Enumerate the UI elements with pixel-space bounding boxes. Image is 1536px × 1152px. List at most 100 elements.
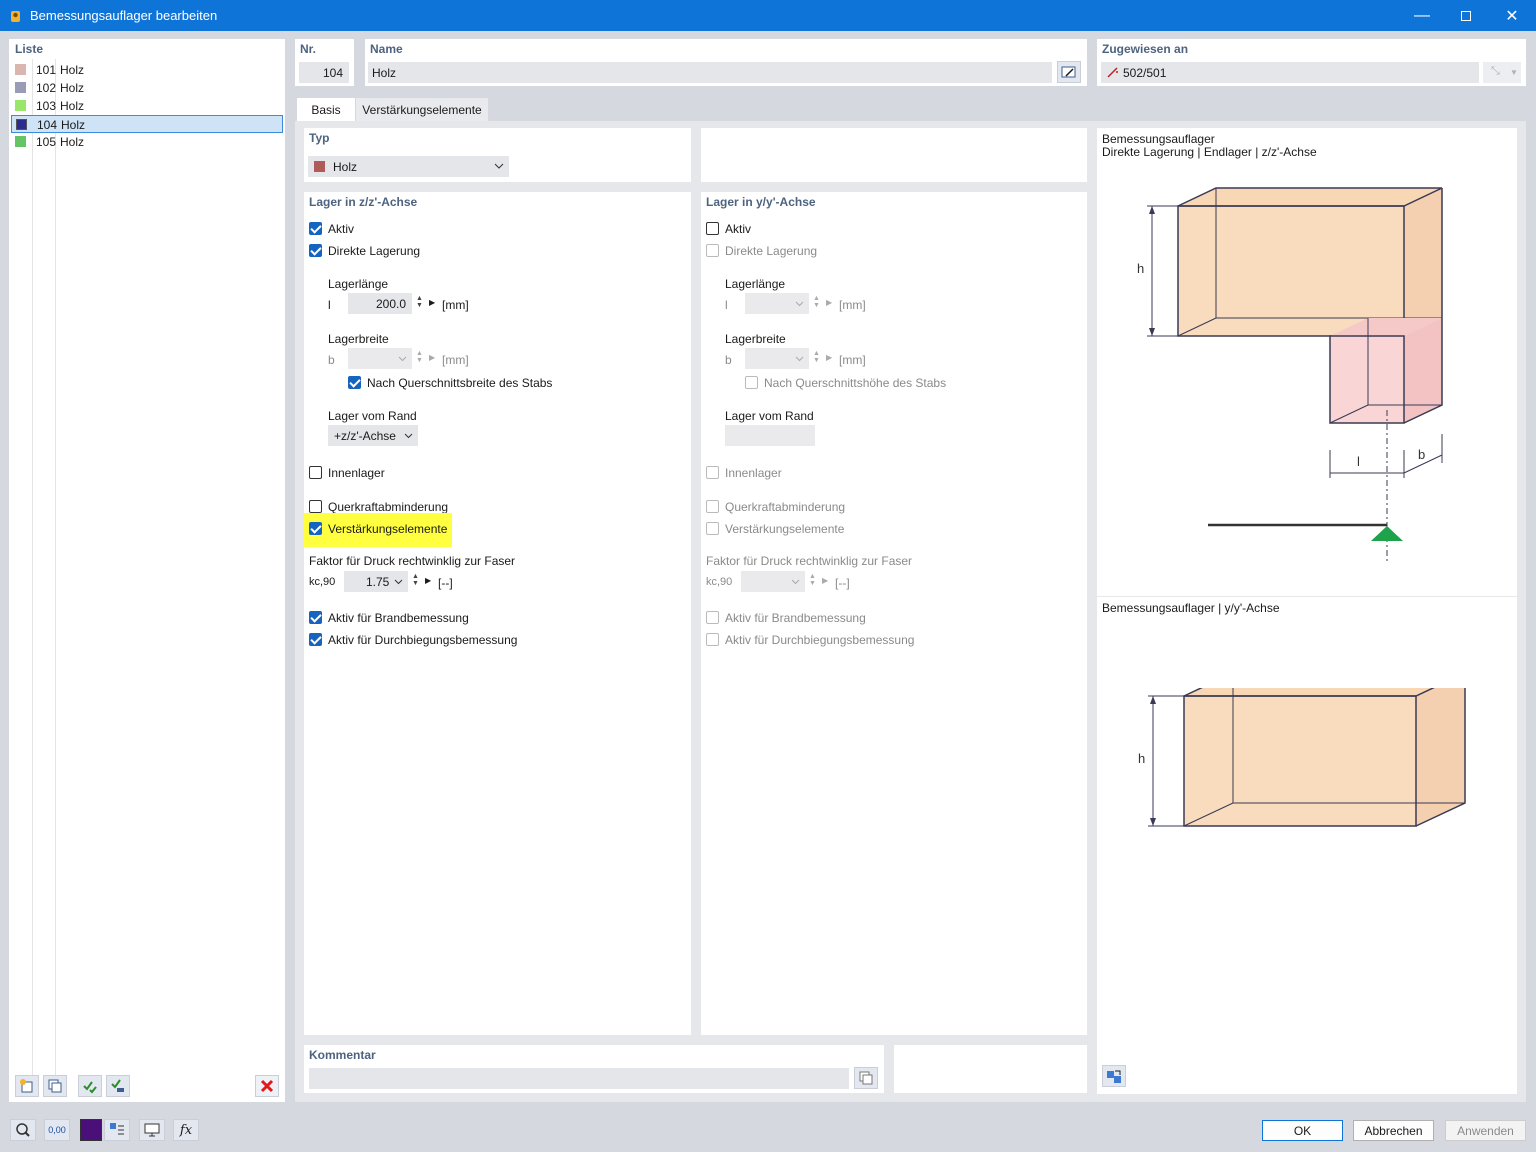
close-window-button[interactable]: ✕ [1489, 0, 1535, 31]
check-all-icon[interactable] [78, 1075, 102, 1097]
z-innenlager-label: Innenlager [328, 466, 385, 480]
units-icon[interactable] [104, 1119, 130, 1141]
list-item-color-swatch [15, 136, 26, 147]
edit-name-icon[interactable] [1057, 61, 1081, 83]
assigned-field[interactable]: 502/501 [1101, 62, 1479, 83]
delete-icon[interactable] [255, 1075, 279, 1097]
pick-cursor-icon: ⤡ [1491, 65, 1500, 77]
list-item-nr: 105 [36, 135, 57, 149]
list-item-name: Holz [60, 63, 85, 77]
list-item-nr: 104 [37, 118, 58, 132]
nr-value: 104 [322, 66, 343, 80]
list-item[interactable]: 105 Holz [11, 133, 283, 151]
z-l-symbol: l [328, 298, 331, 312]
new-item-icon[interactable] [15, 1075, 39, 1097]
y-aktiv-checkbox[interactable] [706, 222, 719, 235]
y-nach-querschnitt-label: Nach Querschnittshöhe des Stabs [764, 376, 947, 390]
tab-verstaerkungselemente[interactable]: Verstärkungselemente [356, 98, 488, 122]
z-aktiv-checkbox[interactable] [309, 222, 322, 235]
z-nach-querschnitt-checkbox[interactable] [348, 376, 361, 389]
list-item-name: Holz [60, 81, 85, 95]
z-lagerlaenge-label: Lagerlänge [328, 277, 389, 291]
help-icon[interactable] [10, 1119, 36, 1141]
check-selected-icon[interactable] [106, 1075, 130, 1097]
chevron-down-icon [791, 579, 800, 585]
list-item-nr: 102 [36, 81, 57, 95]
z-rand-label: Lager vom Rand [328, 409, 417, 423]
list-item[interactable]: 102 Holz [11, 79, 283, 97]
play-icon: ▶ [822, 576, 829, 585]
maximize-button[interactable] [1443, 0, 1489, 31]
z-rand-value: +z/z'-Achse [334, 429, 396, 443]
z-brand-label: Aktiv für Brandbemessung [328, 611, 469, 625]
z-direkte-checkbox[interactable] [309, 244, 322, 257]
display-icon[interactable] [139, 1119, 165, 1141]
copy-item-icon[interactable] [43, 1075, 67, 1097]
formula-icon[interactable]: fx [173, 1119, 199, 1141]
assigned-label: Zugewiesen an [1102, 42, 1189, 56]
z-durchbiegung-checkbox[interactable] [309, 633, 322, 646]
window-title: Bemessungsauflager bearbeiten [30, 8, 218, 23]
z-lagerbreite-input[interactable] [348, 348, 412, 369]
z-durchbiegung-label: Aktiv für Durchbiegungsbemessung [328, 633, 518, 647]
y-lagerlaenge-spinner: ▲ ▼ [813, 295, 820, 309]
z-lagerbreite-label: Lagerbreite [328, 332, 389, 346]
color-icon[interactable] [80, 1119, 102, 1141]
chevron-down-icon [398, 356, 407, 362]
h-dimension-label-2: h [1138, 751, 1145, 766]
z-kc-input[interactable]: 1.75 [344, 571, 408, 592]
z-querkraft-checkbox[interactable] [309, 500, 322, 513]
name-field[interactable]: Holz [368, 62, 1052, 83]
y-lagerbreite-spinner: ▲ ▼ [813, 350, 820, 364]
z-lagerlaenge-spinner[interactable]: ▲ ▼ [416, 295, 423, 309]
typ-select[interactable]: Holz [308, 156, 509, 177]
l-dimension-label: l [1357, 454, 1360, 469]
play-icon: ▶ [429, 353, 436, 362]
y-b-unit: [mm] [839, 353, 866, 367]
z-verstaerkung-checkbox[interactable] [309, 522, 322, 535]
list-item-name: Holz [60, 135, 85, 149]
y-verstaerkung-label: Verstärkungselemente [725, 522, 845, 536]
kommentar-input[interactable] [309, 1068, 849, 1089]
y-kc-spinner: ▲ ▼ [809, 573, 816, 587]
minimize-button[interactable]: — [1399, 0, 1445, 31]
y-verstaerkung-checkbox [706, 522, 719, 535]
z-kc-unit: [--] [438, 576, 453, 590]
z-lagerlaenge-input[interactable]: 200.0 [348, 293, 412, 314]
z-axis-title: Lager in z/z'-Achse [309, 195, 418, 209]
cancel-button[interactable]: Abbrechen [1353, 1120, 1434, 1141]
typ-value: Holz [333, 160, 358, 174]
z-lagerbreite-spinner: ▲ ▼ [416, 350, 423, 364]
pick-assignment-button[interactable]: ⤡ ▼ [1483, 62, 1521, 83]
y-brand-checkbox [706, 611, 719, 624]
preview-panel: Bemessungsauflager Direkte Lagerung | En… [1097, 128, 1517, 1094]
list-item[interactable]: 104 Holz [11, 115, 283, 133]
play-icon[interactable]: ▶ [425, 576, 431, 585]
play-icon[interactable]: ▶ [429, 298, 435, 307]
chevron-down-icon [795, 356, 804, 362]
view-options-icon[interactable] [1102, 1065, 1126, 1087]
z-kc-spinner[interactable]: ▲ ▼ [412, 573, 419, 587]
z-innenlager-checkbox[interactable] [309, 466, 322, 479]
z-rand-select[interactable]: +z/z'-Achse [328, 425, 418, 446]
app-icon [11, 11, 20, 22]
chevron-down-icon [394, 579, 403, 585]
list-item[interactable]: 103 Holz [11, 97, 283, 115]
kommentar-panel: Kommentar [304, 1045, 884, 1093]
y-lagerlaenge-input [745, 293, 809, 314]
nr-panel: Nr. 104 [295, 39, 354, 86]
nr-field[interactable]: 104 [299, 62, 349, 83]
z-brand-checkbox[interactable] [309, 611, 322, 624]
z-nach-querschnitt-label: Nach Querschnittsbreite des Stabs [367, 376, 553, 390]
tab-basis[interactable]: Basis [297, 98, 355, 122]
ok-button[interactable]: OK [1262, 1120, 1343, 1141]
y-aktiv-label: Aktiv [725, 222, 752, 236]
list-item-name: Holz [61, 118, 86, 132]
z-l-unit: [mm] [442, 298, 469, 312]
decimals-icon[interactable]: 0,00 [44, 1119, 70, 1141]
comment-library-icon[interactable] [854, 1067, 878, 1089]
list-item[interactable]: 101 Holz [11, 61, 283, 79]
z-b-unit: [mm] [442, 353, 469, 367]
apply-button: Anwenden [1445, 1120, 1526, 1141]
y-rand-label: Lager vom Rand [725, 409, 814, 423]
